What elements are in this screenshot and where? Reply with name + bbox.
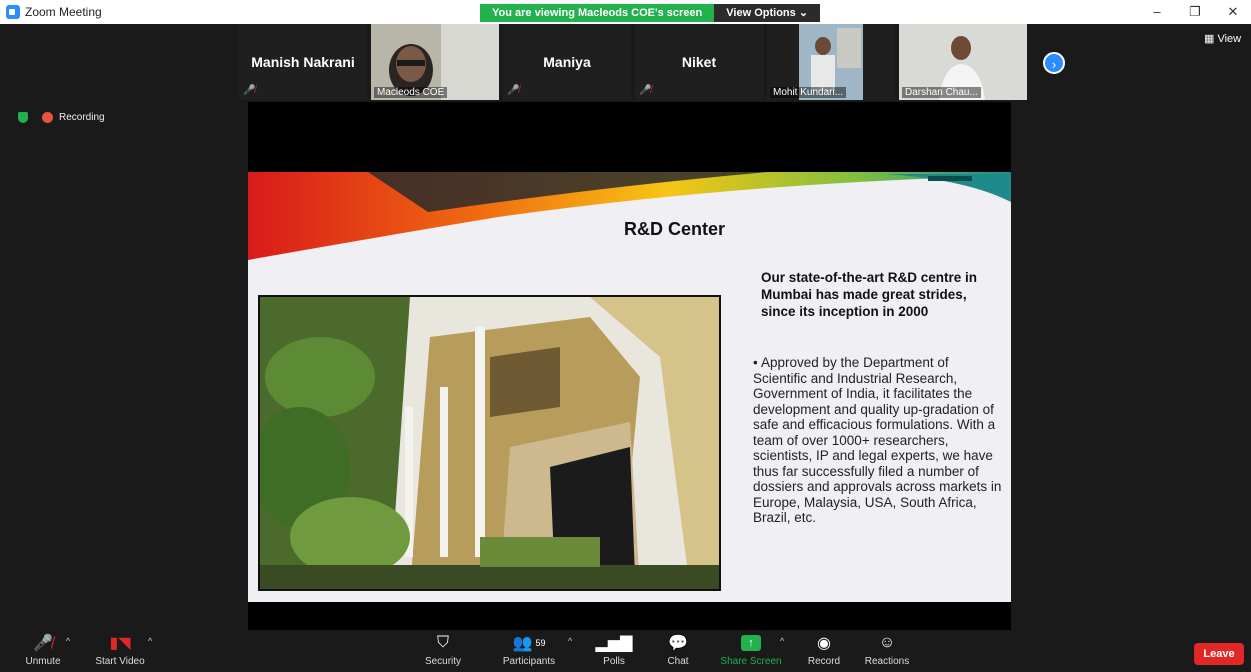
participant-tile[interactable]: Darshan Chau... — [899, 24, 1027, 100]
bullet-icon: • — [753, 355, 758, 370]
meeting-stage: Manish Nakrani 🎤̸ Macleods COE Maniya 🎤̸… — [6, 24, 1246, 630]
start-video-button[interactable]: ▮◥ Start Video ^ — [90, 630, 152, 672]
reactions-icon: ☺ — [878, 634, 896, 651]
chat-icon: 💬 — [668, 635, 688, 652]
participant-tile[interactable]: Mohit Kundari... — [767, 24, 895, 100]
share-banner: You are viewing Macleods COE's screen Vi… — [480, 4, 821, 22]
chat-label: Chat — [667, 656, 689, 667]
mic-muted-icon: 🎤̸ — [33, 635, 53, 652]
encryption-shield-icon[interactable] — [18, 112, 28, 123]
share-options-caret[interactable]: ^ — [780, 636, 784, 646]
participant-name: Mohit Kundari... — [770, 87, 847, 98]
reactions-label: Reactions — [864, 656, 910, 667]
slide-header-swoosh — [248, 172, 1011, 260]
rnd-building-photo — [258, 295, 721, 591]
shield-icon: ⛉ — [436, 634, 449, 651]
mic-muted-icon: 🎤̸ — [243, 85, 256, 96]
record-icon: ◉ — [817, 635, 831, 652]
security-label: Security — [424, 656, 462, 667]
recording-icon — [42, 112, 53, 123]
shared-screen: R&D Center Our state-of-the-art R&D cent… — [248, 102, 1011, 630]
share-screen-label: Share Screen — [720, 656, 782, 667]
chat-button[interactable]: 💬 Chat — [662, 630, 694, 672]
polls-label: Polls — [603, 656, 625, 667]
video-off-icon: ▮◥ — [109, 635, 131, 652]
polls-icon: ▂▅▇ — [595, 635, 633, 652]
zoom-app-icon — [6, 5, 20, 19]
share-screen-icon: ↑ — [718, 630, 784, 656]
start-video-label: Start Video — [95, 656, 145, 667]
participant-tile[interactable]: Manish Nakrani 🎤̸ — [239, 24, 367, 100]
participant-name: Niket — [681, 54, 717, 70]
viewing-screen-label: You are viewing Macleods COE's screen — [480, 4, 715, 22]
presentation-slide: R&D Center Our state-of-the-art R&D cent… — [248, 172, 1011, 602]
participant-strip: Manish Nakrani 🎤̸ Macleods COE Maniya 🎤̸… — [239, 24, 1027, 100]
participant-name: Maniya — [543, 54, 591, 70]
window-titlebar: Zoom Meeting You are viewing Macleods CO… — [0, 0, 1251, 24]
participant-name: Manish Nakrani — [251, 54, 355, 70]
record-button[interactable]: ◉ Record — [804, 630, 844, 672]
leave-button[interactable]: Leave — [1194, 643, 1244, 665]
participants-count: 59 — [535, 638, 546, 648]
participants-options-caret[interactable]: ^ — [568, 636, 572, 646]
polls-button[interactable]: ▂▅▇ Polls — [595, 630, 633, 672]
next-page-button[interactable]: › — [1043, 52, 1065, 74]
participants-button[interactable]: 👥 59 Participants ^ — [498, 630, 572, 672]
video-options-caret[interactable]: ^ — [148, 636, 152, 646]
participants-icon: 👥 59 — [512, 635, 546, 652]
recording-label: Recording — [59, 112, 105, 123]
participant-tile[interactable]: Macleods COE — [371, 24, 499, 100]
participant-name: Darshan Chau... — [902, 87, 981, 98]
slide-title: R&D Center — [623, 219, 725, 239]
participant-name: Macleods COE — [374, 87, 448, 98]
meeting-toolbar: 🎤̸ Unmute ^ ▮◥ Start Video ^ ⛉ Security … — [0, 630, 1251, 672]
close-button[interactable]: ✕ — [1218, 2, 1248, 22]
view-options-button[interactable]: View Options ⌄ — [714, 4, 821, 22]
view-button[interactable]: ▦ View — [1204, 32, 1241, 45]
slide-bullet-text: Approved by the Department of Scientific… — [753, 355, 1002, 525]
share-screen-button[interactable]: ↑ Share Screen ^ — [718, 630, 784, 672]
restore-button[interactable]: ❐ — [1180, 2, 1210, 22]
participant-tile[interactable]: Niket 🎤̸ — [635, 24, 763, 100]
audio-options-caret[interactable]: ^ — [66, 636, 70, 646]
meeting-status: Recording — [18, 112, 105, 123]
unmute-label: Unmute — [25, 656, 61, 667]
mic-muted-icon: 🎤̸ — [639, 85, 652, 96]
mic-muted-icon: 🎤̸ — [507, 85, 520, 96]
unmute-button[interactable]: 🎤̸ Unmute ^ — [18, 630, 70, 672]
minimize-button[interactable]: – — [1142, 2, 1172, 22]
reactions-button[interactable]: ☺ Reactions — [862, 630, 912, 672]
security-button[interactable]: ⛉ Security — [420, 630, 466, 672]
record-label: Record — [807, 656, 841, 667]
participant-tile[interactable]: Maniya 🎤̸ — [503, 24, 631, 100]
slide-headline: Our state-of-the-art R&D centre in Mumba… — [761, 270, 978, 319]
view-label: View — [1217, 33, 1242, 45]
slide-body-text: • Approved by the Department of Scientifi… — [753, 355, 1003, 526]
participants-label: Participants — [502, 656, 556, 667]
window-title: Zoom Meeting — [25, 5, 102, 19]
